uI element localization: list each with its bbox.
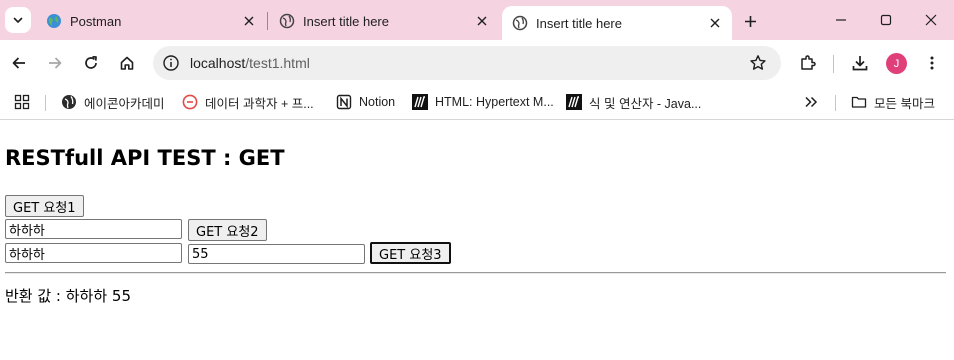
url-path: /test1.html [245,55,310,71]
divider-line [5,272,946,274]
mdn-icon [566,94,582,110]
close-icon[interactable] [706,14,724,32]
bookmark-label: HTML: Hypertext M... [435,95,554,109]
close-icon[interactable] [240,12,258,30]
menu-button[interactable] [920,51,944,75]
new-tab-button[interactable] [739,10,761,32]
name-input[interactable]: 하하하 [5,219,182,239]
kebab-menu-icon [930,56,934,70]
age-input[interactable]: 55 [188,244,365,264]
bookmark-item[interactable]: Notion [336,92,395,112]
page-title: RESTfull API TEST : GET [5,146,285,170]
all-bookmarks-button[interactable]: 모든 북마크 [851,92,935,112]
bookmark-item[interactable]: 에이콘아카데미 [61,92,165,112]
bookmark-label: 식 및 연산자 - Java... [589,96,702,111]
bookmarks-bar: 에이콘아카데미 데이터 과학자 + 프... Notion HTML: Hype… [0,86,954,120]
tab-strip: Postman Insert title here Insert title h… [0,0,954,40]
globe-icon [62,95,76,109]
close-window-button[interactable] [919,8,943,32]
minimize-button[interactable] [829,8,853,32]
tab-title: Insert title here [303,13,389,29]
forward-button[interactable] [43,51,67,75]
downloads-button[interactable] [848,51,872,75]
toolbar-divider [833,55,834,73]
reload-button[interactable] [79,51,103,75]
maximize-button[interactable] [874,8,898,32]
tab-insert-title-2[interactable]: Insert title here [502,6,732,40]
name-input-2[interactable]: 하하하 [5,243,182,263]
bookmark-divider [835,95,836,111]
address-bar[interactable]: localhost/test1.html [153,46,781,80]
get-request-2-button[interactable]: GET 요청2 [188,219,267,241]
info-icon[interactable] [162,54,180,72]
globe-icon [47,14,61,28]
chevron-down-icon [13,17,23,23]
get-request-1-button[interactable]: GET 요청1 [5,195,84,217]
more-bookmarks-button[interactable] [804,92,818,112]
bookmark-item[interactable]: 데이터 과학자 + 프... [182,92,314,112]
back-button[interactable] [7,51,31,75]
profile-avatar[interactable]: J [886,53,907,74]
extensions-button[interactable] [796,51,820,75]
tab-title: Insert title here [536,15,622,31]
url-text: localhost/test1.html [190,55,310,71]
bookmark-item[interactable]: 식 및 연산자 - Java... [566,92,701,112]
all-bookmarks-label: 모든 북마크 [874,96,935,111]
result-text: 반환 값 : 하하하 55 [5,287,132,305]
star-icon[interactable] [749,54,767,72]
globe-icon [279,13,295,29]
tab-title: Postman [70,13,122,29]
double-chevron-icon [805,96,818,108]
bookmark-label: 에이콘아카데미 [84,96,165,111]
puzzle-icon [801,55,816,70]
bookmark-item[interactable]: HTML: Hypertext M... [412,92,554,112]
apps-button[interactable] [14,92,30,112]
close-icon[interactable] [473,12,491,30]
home-button[interactable] [115,51,139,75]
folder-icon [851,96,867,108]
arrow-left-icon [12,57,25,69]
mdn-icon [412,94,428,110]
browser-toolbar: localhost/test1.html J [0,40,954,86]
minimize-icon [836,19,846,21]
close-icon [925,14,937,26]
maximize-icon [880,14,892,26]
notion-icon [336,94,352,110]
get-request-3-button[interactable]: GET 요청3 [370,242,451,264]
tab-insert-title-1[interactable]: Insert title here [269,6,499,36]
tab-divider [267,12,268,30]
apps-grid-icon [14,94,30,110]
bookmark-label: 데이터 과학자 + 프... [205,96,314,111]
bookmark-label: Notion [359,95,396,109]
globe-icon [512,15,528,31]
lab-icon [182,94,198,110]
url-host: localhost [190,55,246,71]
download-icon [852,56,868,71]
arrow-right-icon [49,57,62,69]
tab-postman[interactable]: Postman [36,6,266,36]
bookmark-divider [45,95,46,111]
reload-icon [85,55,97,69]
tab-search-button[interactable] [5,7,31,33]
page-content: RESTfull API TEST : GET GET 요청1 하하하 GET … [0,121,954,360]
home-icon [120,56,134,70]
plus-icon [744,15,756,27]
